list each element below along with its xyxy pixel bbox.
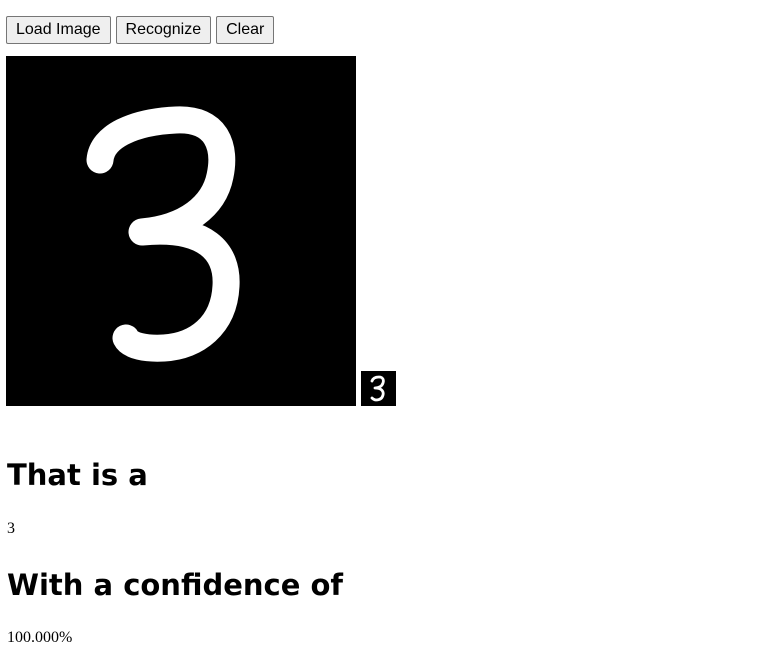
- drawing-canvas[interactable]: [6, 56, 356, 406]
- digit-thumbnail: [361, 371, 396, 406]
- predicted-digit: 3: [7, 520, 15, 537]
- clear-button[interactable]: Clear: [216, 16, 275, 44]
- handwritten-digit-icon: [86, 106, 240, 362]
- thumbnail-digit-icon: [370, 375, 385, 402]
- result-heading: That is a: [7, 458, 148, 492]
- recognize-button[interactable]: Recognize: [115, 16, 212, 44]
- load-image-button[interactable]: Load Image: [6, 16, 111, 44]
- toolbar: Load Image Recognize Clear: [6, 16, 275, 44]
- confidence-heading: With a confidence of: [7, 568, 344, 602]
- confidence-value: 100.000%: [7, 629, 73, 646]
